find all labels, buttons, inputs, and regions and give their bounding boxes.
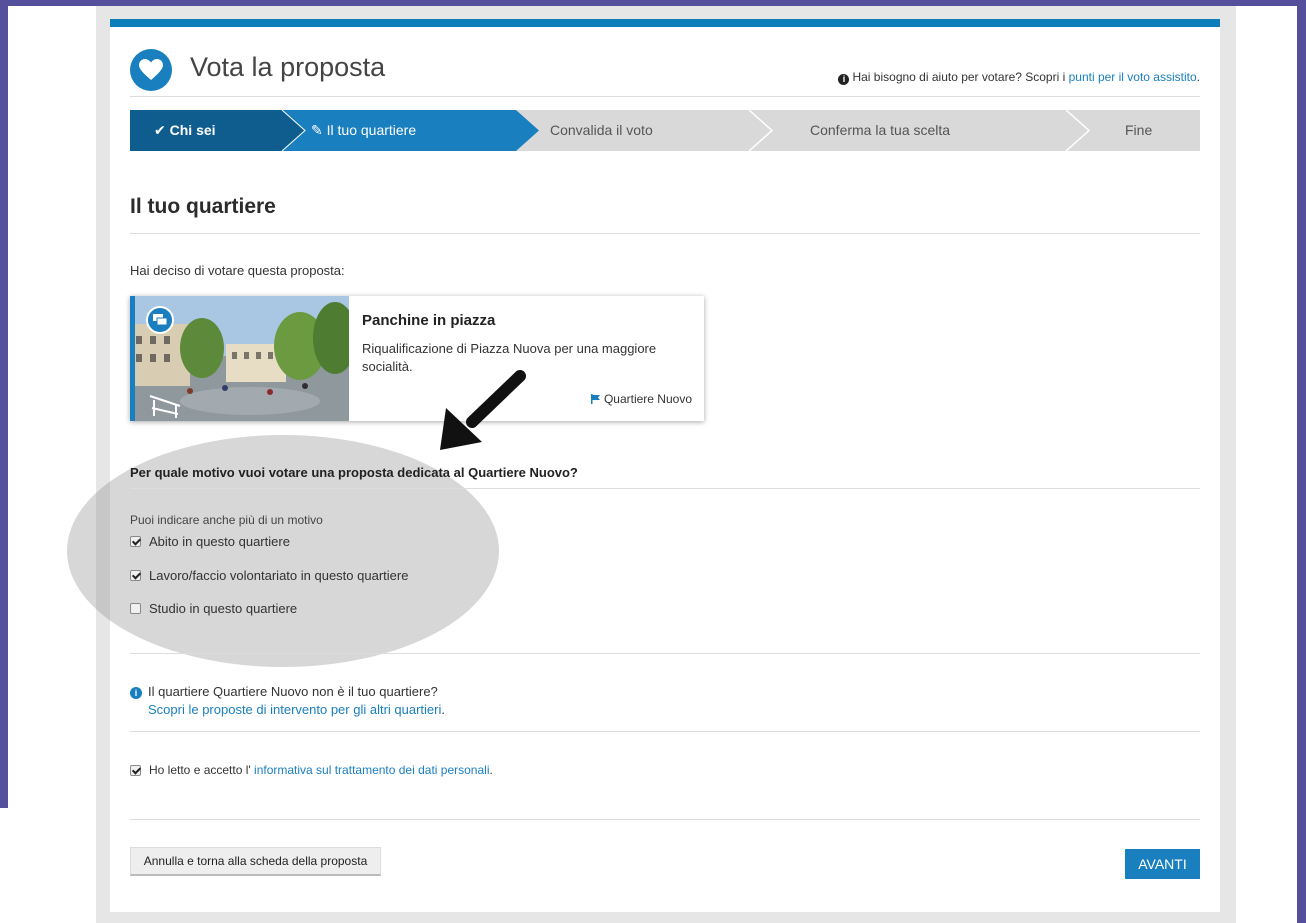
heart-icon (130, 49, 172, 91)
stepper-shapes (130, 110, 1200, 151)
step-fine: Fine (1125, 122, 1153, 138)
other-districts-link[interactable]: Scopri le proposte di intervento per gli… (148, 702, 441, 717)
other-district-info: i Il quartiere Quartiere Nuovo non è il t… (130, 683, 445, 719)
step-chi-sei[interactable]: ✔ Chi sei (154, 122, 216, 139)
proposal-title[interactable]: Panchine in piazza (362, 312, 495, 329)
help-text-label: Hai bisogno di aiuto per votare? Scopri … (852, 70, 1069, 84)
privacy-text: Ho letto e accetto l' (149, 763, 251, 777)
next-button[interactable]: AVANTI (1125, 849, 1200, 879)
pencil-icon: ✎ (311, 122, 323, 138)
step-conferma: Conferma la tua scelta (810, 122, 951, 138)
proposal-card[interactable]: Panchine in piazza Riqualificazione di P… (130, 296, 704, 421)
assisted-voting-link[interactable]: punti per il voto assistito (1069, 70, 1197, 84)
flag-icon (590, 394, 600, 404)
step-quartiere-label: Il tuo quartiere (326, 122, 417, 138)
checkbox-lavoro[interactable] (130, 570, 141, 581)
step-quartiere: ✎ Il tuo quartiere (311, 122, 416, 139)
check-icon: ✔ (154, 122, 166, 138)
checkbox-privacy[interactable] (130, 764, 141, 776)
section-title: Il tuo quartiere (130, 195, 1200, 234)
intro-text: Hai deciso di votare questa proposta: (130, 263, 345, 278)
divider (130, 731, 1200, 732)
checkbox-abito[interactable] (130, 536, 141, 547)
proposal-image (130, 296, 349, 421)
left-side-bar (0, 0, 8, 808)
progress-stepper: ✔ Chi sei ✎ Il tuo quartiere Convalida i… (130, 110, 1200, 151)
option-studio-label: Studio in questo quartiere (149, 601, 298, 616)
proposal-description: Riqualificazione di Piazza Nuova per una… (362, 341, 657, 374)
privacy-policy-link[interactable]: informativa sul trattamento dei dati per… (254, 763, 489, 777)
option-abito[interactable]: Abito in questo quartiere (130, 534, 290, 549)
help-text: i Hai bisogno di aiuto per votare? Scopri… (838, 70, 1200, 85)
proposal-area: Quartiere Nuovo (590, 392, 692, 406)
info-icon: i (130, 687, 142, 699)
proposal-area-label: Quartiere Nuovo (603, 392, 692, 406)
option-abito-label: Abito in questo quartiere (149, 534, 290, 549)
help-suffix: . (1196, 70, 1200, 84)
chat-bubble-icon (146, 306, 174, 334)
info-icon: i (838, 74, 850, 85)
other-district-text: Il quartiere Quartiere Nuovo non è il tu… (148, 684, 438, 699)
checkbox-studio[interactable] (130, 603, 141, 614)
privacy-suffix: . (489, 763, 493, 777)
divider (130, 653, 1200, 654)
privacy-consent[interactable]: Ho letto e accetto l' informativa sul tr… (130, 763, 493, 777)
other-district-suffix: . (441, 702, 445, 717)
option-lavoro-label: Lavoro/faccio volontariato in questo qua… (149, 568, 409, 583)
vote-card: Vota la proposta i Hai bisogno di aiuto p… (67, 19, 1220, 912)
question-hint: Puoi indicare anche più di un motivo (130, 513, 323, 527)
cancel-button[interactable]: Annulla e torna alla scheda della propos… (130, 847, 381, 876)
page-title: Vota la proposta (190, 52, 386, 82)
right-side-bar (1297, 0, 1306, 923)
option-studio[interactable]: Studio in questo quartiere (130, 601, 297, 616)
step-convalida: Convalida il voto (550, 122, 653, 138)
question-title: Per quale motivo vuoi votare una propost… (130, 465, 1200, 489)
divider (130, 819, 1200, 820)
option-lavoro[interactable]: Lavoro/faccio volontariato in questo qua… (130, 568, 408, 583)
step-chi-sei-label: Chi sei (169, 122, 216, 138)
card-header: Vota la proposta i Hai bisogno di aiuto p… (130, 49, 1200, 97)
